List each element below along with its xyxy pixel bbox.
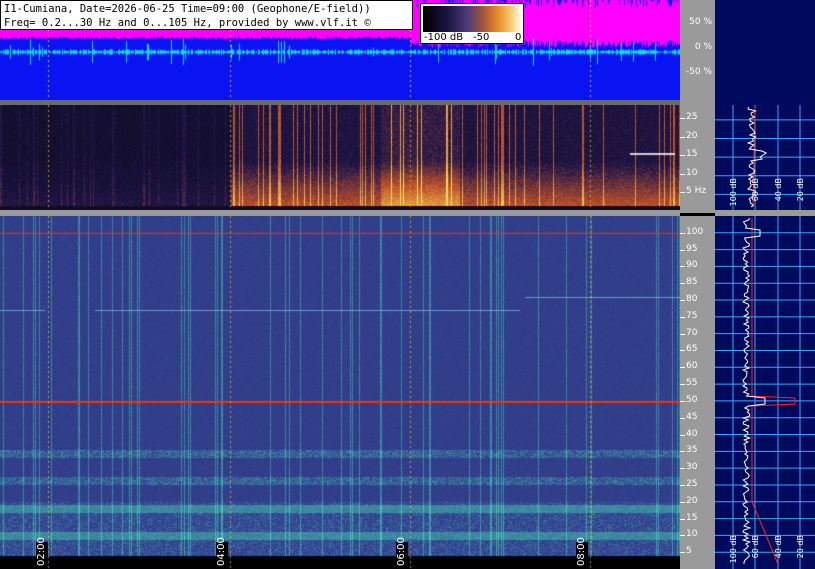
axis-tick-label: 65	[686, 344, 698, 355]
axis-tick-mark	[680, 400, 685, 402]
axis-tick-mark	[680, 283, 685, 285]
elf-max-profile	[741, 217, 766, 565]
colorbar-label-max: 0	[515, 32, 522, 43]
axis-tick-mark	[680, 136, 685, 138]
waveform-axis-label: 0 %	[694, 42, 712, 52]
axis-tick-mark	[680, 451, 685, 453]
axis-tick-label: 35	[686, 445, 698, 456]
elf-spectrogram	[0, 216, 680, 569]
ulf-spectrogram-image	[0, 105, 680, 210]
axis-tick-label: 90	[686, 260, 698, 271]
axis-tick-label: 80	[686, 294, 698, 305]
axis-tick-mark	[680, 518, 685, 520]
side-db-label: 40 dB	[774, 535, 783, 559]
axis-tick-mark	[680, 173, 685, 175]
axis-tick-label: 85	[686, 277, 698, 288]
station-header: I1-Cumiana, Date=2026-06-25 Time=09:00 (…	[0, 0, 413, 30]
axis-tick-label: 20	[686, 130, 698, 141]
axis-tick-mark	[680, 384, 685, 386]
axis-tick-label: 45	[686, 411, 698, 422]
waveform-axis: 50 % 0 % -50 %	[680, 0, 715, 103]
axis-tick-label: 75	[686, 310, 698, 321]
axis-tick-mark	[680, 155, 685, 157]
axis-tick-mark	[680, 192, 685, 194]
axis-tick-mark	[680, 552, 685, 554]
axis-tick-label: 10	[686, 529, 698, 540]
ulf-spectrogram	[0, 105, 680, 210]
elf-mean-profile	[751, 218, 796, 565]
header-line-1: I1-Cumiana, Date=2026-06-25 Time=09:00 (…	[4, 3, 371, 15]
header-line-2: Freq= 0.2...30 Hz and 0...105 Hz, provid…	[4, 17, 371, 29]
side-db-label: 20 dB	[796, 535, 805, 559]
spectrum-profile-plot	[715, 105, 815, 569]
waveform-axis-label: 50 %	[689, 17, 712, 27]
axis-tick-label: 20	[686, 495, 698, 506]
axis-tick-label: 5 Hz	[686, 186, 707, 197]
colorbar-gradient	[423, 6, 521, 32]
time-label: 02:00	[36, 537, 48, 566]
side-db-label: 60 dB	[751, 535, 760, 559]
colorbar-label-mid: -50	[473, 32, 490, 43]
axis-tick-label: 25	[686, 111, 698, 122]
axis-tick-mark	[680, 367, 685, 369]
axis-tick-mark	[680, 417, 685, 419]
axis-tick-mark	[680, 249, 685, 251]
axis-tick-label: 30	[686, 462, 698, 473]
axis-tick-label: 15	[686, 149, 698, 160]
axis-tick-label: 95	[686, 243, 698, 254]
axis-tick-label: 100	[686, 226, 704, 237]
time-label: 08:00	[576, 537, 588, 566]
axis-tick-label: 70	[686, 327, 698, 338]
colorbar-legend: -100 dB -50 0	[420, 3, 524, 44]
side-db-label: 60 dB	[751, 178, 760, 202]
side-separator	[715, 210, 815, 216]
axis-tick-label: 40	[686, 428, 698, 439]
side-db-label: 100 dB	[729, 178, 738, 207]
axis-tick-mark	[680, 117, 685, 119]
axis-tick-mark	[680, 232, 685, 234]
axis-tick-label: 25	[686, 478, 698, 489]
axis-tick-mark	[680, 535, 685, 537]
axis-tick-mark	[680, 350, 685, 352]
elf-frequency-axis: 100 95 90 85 80 75 70 65 60 55 50 45 40 35 30 25 20 15 10 5	[680, 216, 715, 569]
colorbar-label-min: -100 dB	[424, 32, 464, 43]
time-label: 06:00	[396, 537, 408, 566]
axis-tick-mark	[680, 333, 685, 335]
axis-tick-mark	[680, 300, 685, 302]
axis-tick-label: 60	[686, 361, 698, 372]
time-label: 04:00	[216, 537, 228, 566]
ulf-frequency-axis: 25 20 15 10 5 Hz	[680, 103, 715, 213]
waveform-axis-label: -50 %	[685, 67, 712, 77]
vlf-monitor-screen: I1-Cumiana, Date=2026-06-25 Time=09:00 (…	[0, 0, 815, 569]
side-db-label: 100 dB	[729, 535, 738, 564]
spectrum-side-panel: 100 dB 60 dB 40 dB 20 dB 100 dB 60 dB 40…	[715, 0, 815, 569]
axis-tick-mark	[680, 266, 685, 268]
axis-tick-label: 55	[686, 378, 698, 389]
axis-tick-mark	[680, 468, 685, 470]
axis-tick-mark	[680, 434, 685, 436]
axis-tick-label: 50	[686, 394, 698, 405]
axis-tick-mark	[680, 316, 685, 318]
axis-tick-mark	[680, 501, 685, 503]
axis-tick-label: 5	[686, 546, 692, 557]
side-db-label: 40 dB	[774, 178, 783, 202]
axis-tick-mark	[680, 484, 685, 486]
elf-spectrogram-image	[0, 216, 680, 569]
axis-tick-label: 10	[686, 167, 698, 178]
side-db-label: 20 dB	[796, 178, 805, 202]
axis-tick-label: 15	[686, 512, 698, 523]
